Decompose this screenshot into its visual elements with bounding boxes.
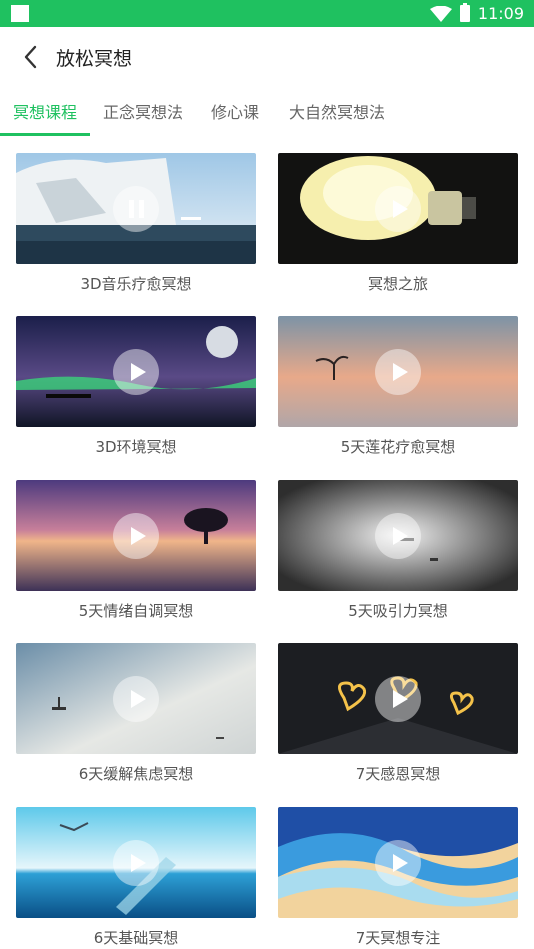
play-button[interactable] bbox=[375, 349, 421, 395]
course-title: 5天莲花疗愈冥想 bbox=[340, 438, 456, 456]
course-thumbnail bbox=[278, 807, 518, 918]
wifi-icon bbox=[429, 5, 452, 22]
tab-nature-meditation[interactable]: 大自然冥想法 bbox=[289, 99, 385, 123]
course-title: 7天感恩冥想 bbox=[355, 765, 441, 783]
back-button[interactable] bbox=[16, 41, 44, 73]
app-bar: 放松冥想 bbox=[0, 27, 534, 87]
course-thumbnail bbox=[278, 316, 518, 427]
course-title: 7天冥想专注 bbox=[355, 929, 441, 947]
course-title: 5天情绪自调冥想 bbox=[78, 602, 194, 620]
pause-button[interactable] bbox=[113, 186, 159, 232]
play-button[interactable] bbox=[375, 186, 421, 232]
course-thumbnail bbox=[16, 480, 256, 591]
play-button[interactable] bbox=[113, 349, 159, 395]
course-thumbnail bbox=[278, 643, 518, 754]
tab-mind-cultivation[interactable]: 修心课 bbox=[211, 99, 259, 123]
tab-meditation-courses[interactable]: 冥想课程 bbox=[13, 99, 77, 123]
play-button[interactable] bbox=[375, 676, 421, 722]
status-bar: 11:09 bbox=[0, 0, 534, 27]
course-title: 6天缓解焦虑冥想 bbox=[78, 765, 194, 783]
category-tabs: 冥想课程 正念冥想法 修心课 大自然冥想法 bbox=[0, 87, 534, 137]
course-title: 冥想之旅 bbox=[367, 275, 428, 293]
status-right: 11:09 bbox=[429, 0, 524, 27]
course-thumbnail bbox=[16, 643, 256, 754]
chevron-left-icon bbox=[24, 45, 37, 69]
tab-indicator bbox=[0, 133, 90, 136]
course-thumbnail bbox=[16, 153, 256, 264]
course-title: 6天基础冥想 bbox=[93, 929, 179, 947]
course-title: 3D环境冥想 bbox=[95, 438, 177, 456]
play-button[interactable] bbox=[113, 676, 159, 722]
course-thumbnail bbox=[278, 480, 518, 591]
play-button[interactable] bbox=[375, 513, 421, 559]
course-thumbnail bbox=[16, 316, 256, 427]
battery-icon bbox=[459, 3, 470, 22]
tab-mindfulness[interactable]: 正念冥想法 bbox=[103, 99, 183, 123]
notification-icon bbox=[11, 5, 29, 22]
course-thumbnail bbox=[16, 807, 256, 918]
course-title: 5天吸引力冥想 bbox=[348, 602, 448, 620]
play-button[interactable] bbox=[113, 840, 159, 886]
play-button[interactable] bbox=[375, 840, 421, 886]
status-time: 11:09 bbox=[477, 4, 524, 23]
course-thumbnail bbox=[278, 153, 518, 264]
page-title: 放松冥想 bbox=[56, 48, 133, 70]
play-button[interactable] bbox=[113, 513, 159, 559]
course-title: 3D音乐疗愈冥想 bbox=[80, 275, 192, 293]
